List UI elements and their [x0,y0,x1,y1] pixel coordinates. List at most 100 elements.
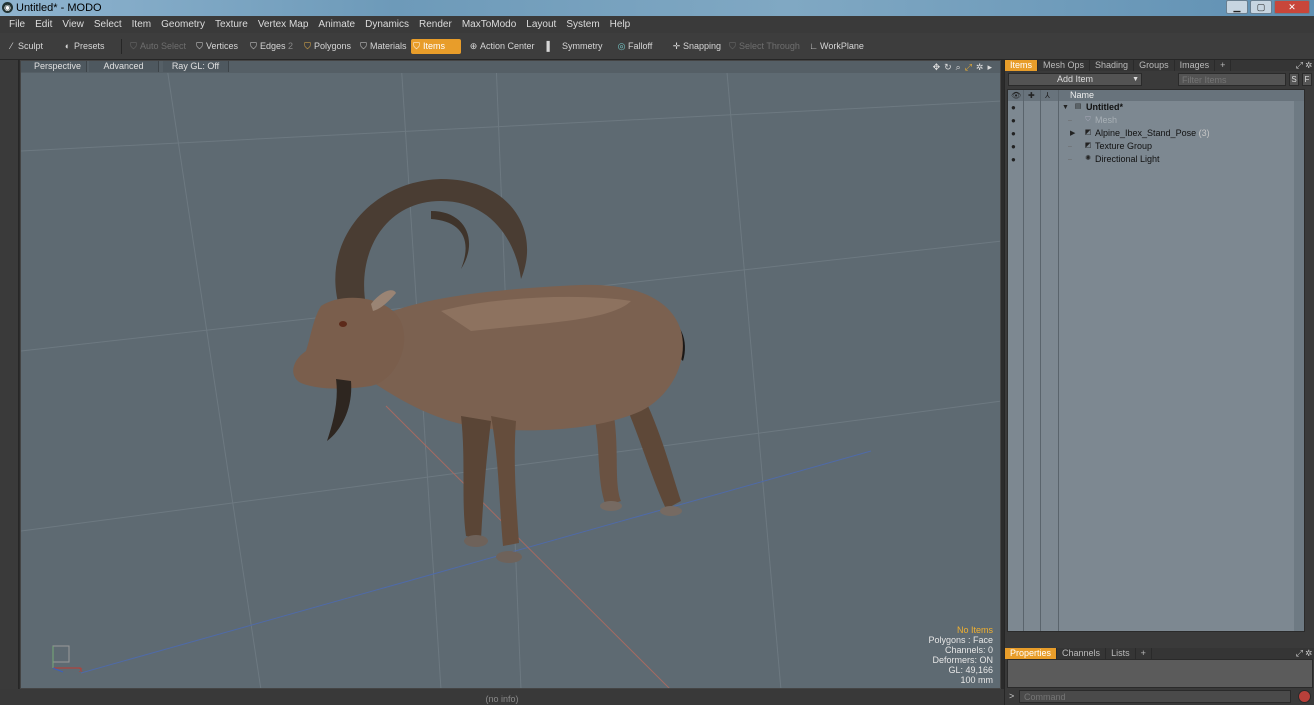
items-icon: ⛉ [413,41,420,51]
chevron-down-icon[interactable]: ▼ [1062,101,1069,114]
tab-images[interactable]: Images [1175,60,1216,71]
tab-groups[interactable]: Groups [1134,60,1175,71]
snapping-button[interactable]: ✛ Snapping [671,39,721,54]
menu-vertex-map[interactable]: Vertex Map [253,16,314,33]
perspective-tab[interactable]: Perspective [21,61,87,72]
panel-options-icon[interactable]: ⤢ ✲ [1296,648,1312,659]
workplane-button[interactable]: ∟ WorkPlane [808,39,868,54]
vertices-icon: ⛉ [196,41,203,51]
falloff-icon: ◎ [617,41,626,51]
command-input[interactable] [1019,690,1291,703]
polygons-mode-label: Polygons : Face [928,635,993,645]
symmetry-button[interactable]: ▐ Symmetry [541,39,603,54]
tree-item-directional-light[interactable]: ● – ✺ Directional Light [1008,153,1304,166]
s-button[interactable]: S [1289,73,1299,86]
advanced-tab[interactable]: Advanced [89,61,159,72]
materials-icon: ⛉ [360,41,367,51]
tree-item-texture-group[interactable]: ● – ◩ Texture Group [1008,140,1304,153]
scale-label: 100 mm [960,675,993,685]
presets-button[interactable]: ◐ Presets [62,39,112,54]
edges-button[interactable]: ⛉ Edges 2 [248,39,294,54]
menu-geometry[interactable]: Geometry [156,16,210,33]
auto-select-button[interactable]: ⛉ Auto Select [128,39,188,54]
menu-file[interactable]: File [4,16,30,33]
tree-item-mesh[interactable]: ● – ⛉ Mesh [1008,114,1304,127]
tab-items[interactable]: Items [1005,60,1039,71]
chevron-down-icon: ▼ [1132,76,1139,83]
menu-animate[interactable]: Animate [313,16,360,33]
tab-lists[interactable]: Lists [1106,648,1136,659]
falloff-button[interactable]: ◎ Falloff [616,39,660,54]
eye-icon[interactable]: ● [1011,153,1016,166]
eye-icon[interactable]: ● [1011,114,1016,127]
3d-viewport[interactable]: Perspective Advanced Ray GL: Off ✥ ↻ ⌕ ⤢… [20,60,1001,689]
rotate-icon[interactable]: ↻ [944,62,952,73]
menu-view[interactable]: View [57,16,89,33]
tab-shading[interactable]: Shading [1090,60,1135,71]
axis-gizmo: x [49,644,85,674]
materials-button[interactable]: ⛉ Materials [358,39,408,54]
tree-branch-icon: – [1068,143,1072,150]
zoom-icon[interactable]: ⌕ [956,62,961,73]
workplane-icon: ∟ [809,41,818,51]
tree-branch-icon: – [1068,117,1072,124]
deformers-label: Deformers: ON [932,655,993,665]
tree-item-label: Untitled* [1086,102,1123,112]
tree-header: 👁 ✚ ⅄ Name [1008,90,1304,101]
viewport-info: No Items Polygons : Face Channels: 0 Def… [928,625,993,685]
polygons-icon: ⛉ [304,41,311,51]
viewport-scene [21,61,1000,688]
polygons-button[interactable]: ⛉ Polygons [302,39,354,54]
menu-layout[interactable]: Layout [521,16,561,33]
arrow-right-icon[interactable]: ▸ [987,62,992,73]
vertices-button[interactable]: ⛉ Vertices [194,39,244,54]
select-through-button[interactable]: ⛉ Select Through [727,39,801,54]
eye-icon[interactable]: ● [1011,140,1016,153]
ibex-model [293,179,685,563]
minimize-button[interactable]: ▁ [1226,0,1248,14]
maximize-button[interactable]: ▢ [1250,0,1272,14]
tab-mesh-ops[interactable]: Mesh Ops [1038,60,1091,71]
items-controls: Add Item▼ S F [1005,72,1314,88]
tab-properties[interactable]: Properties [1005,648,1058,659]
group-icon: ◩ [1084,142,1092,149]
menu-help[interactable]: Help [605,16,636,33]
menu-select[interactable]: Select [89,16,127,33]
menu-maxtomodo[interactable]: MaxToModo [457,16,521,33]
items-panel-tabs: Items Mesh Ops Shading Groups Images + ⤢… [1005,60,1314,71]
f-button[interactable]: F [1302,73,1312,86]
sculpt-button[interactable]: ⁄ Sculpt [6,39,56,54]
eye-icon[interactable]: ● [1011,127,1016,140]
add-tab-button[interactable]: + [1215,60,1232,71]
gear-icon[interactable]: ✲ [976,62,984,73]
raygl-tab[interactable]: Ray GL: Off [163,61,229,72]
panel-options-icon[interactable]: ⤢ ✲ [1296,60,1312,71]
name-column-header[interactable]: Name [1070,90,1094,101]
menu-system[interactable]: System [561,16,604,33]
close-button[interactable]: ✕ [1274,0,1310,14]
no-items-label: No Items [956,625,993,635]
menu-item[interactable]: Item [127,16,156,33]
menu-bar: File Edit View Select Item Geometry Text… [0,16,1314,33]
action-center-button[interactable]: ⊕ Action Center [468,39,538,54]
eye-icon[interactable]: ● [1011,101,1016,114]
right-panel: Items Mesh Ops Shading Groups Images + ⤢… [1004,60,1314,705]
menu-texture[interactable]: Texture [210,16,253,33]
menu-render[interactable]: Render [414,16,457,33]
add-item-dropdown[interactable]: Add Item ▼ [1008,73,1142,86]
menu-dynamics[interactable]: Dynamics [360,16,414,33]
command-history-button[interactable] [1298,690,1311,703]
maximize-view-icon[interactable]: ⤢ [965,62,972,73]
light-icon: ✺ [1085,155,1091,162]
menu-edit[interactable]: Edit [30,16,57,33]
add-tab-button[interactable]: + [1136,648,1152,659]
filter-items-input[interactable] [1178,73,1286,86]
tree-scrollbar[interactable] [1294,101,1304,631]
window-title: Untitled* - MODO [16,2,102,14]
items-button[interactable]: ⛉ Items [411,39,461,54]
tree-item-alpine-ibex[interactable]: ● ▶ ◩ Alpine_Ibex_Stand_Pose (3) [1008,127,1304,140]
tree-item-untitled[interactable]: ● ▼ ▤ Untitled* [1008,101,1304,114]
chevron-right-icon[interactable]: ▶ [1070,127,1075,140]
pan-icon[interactable]: ✥ [933,62,941,73]
tab-channels[interactable]: Channels [1057,648,1107,659]
